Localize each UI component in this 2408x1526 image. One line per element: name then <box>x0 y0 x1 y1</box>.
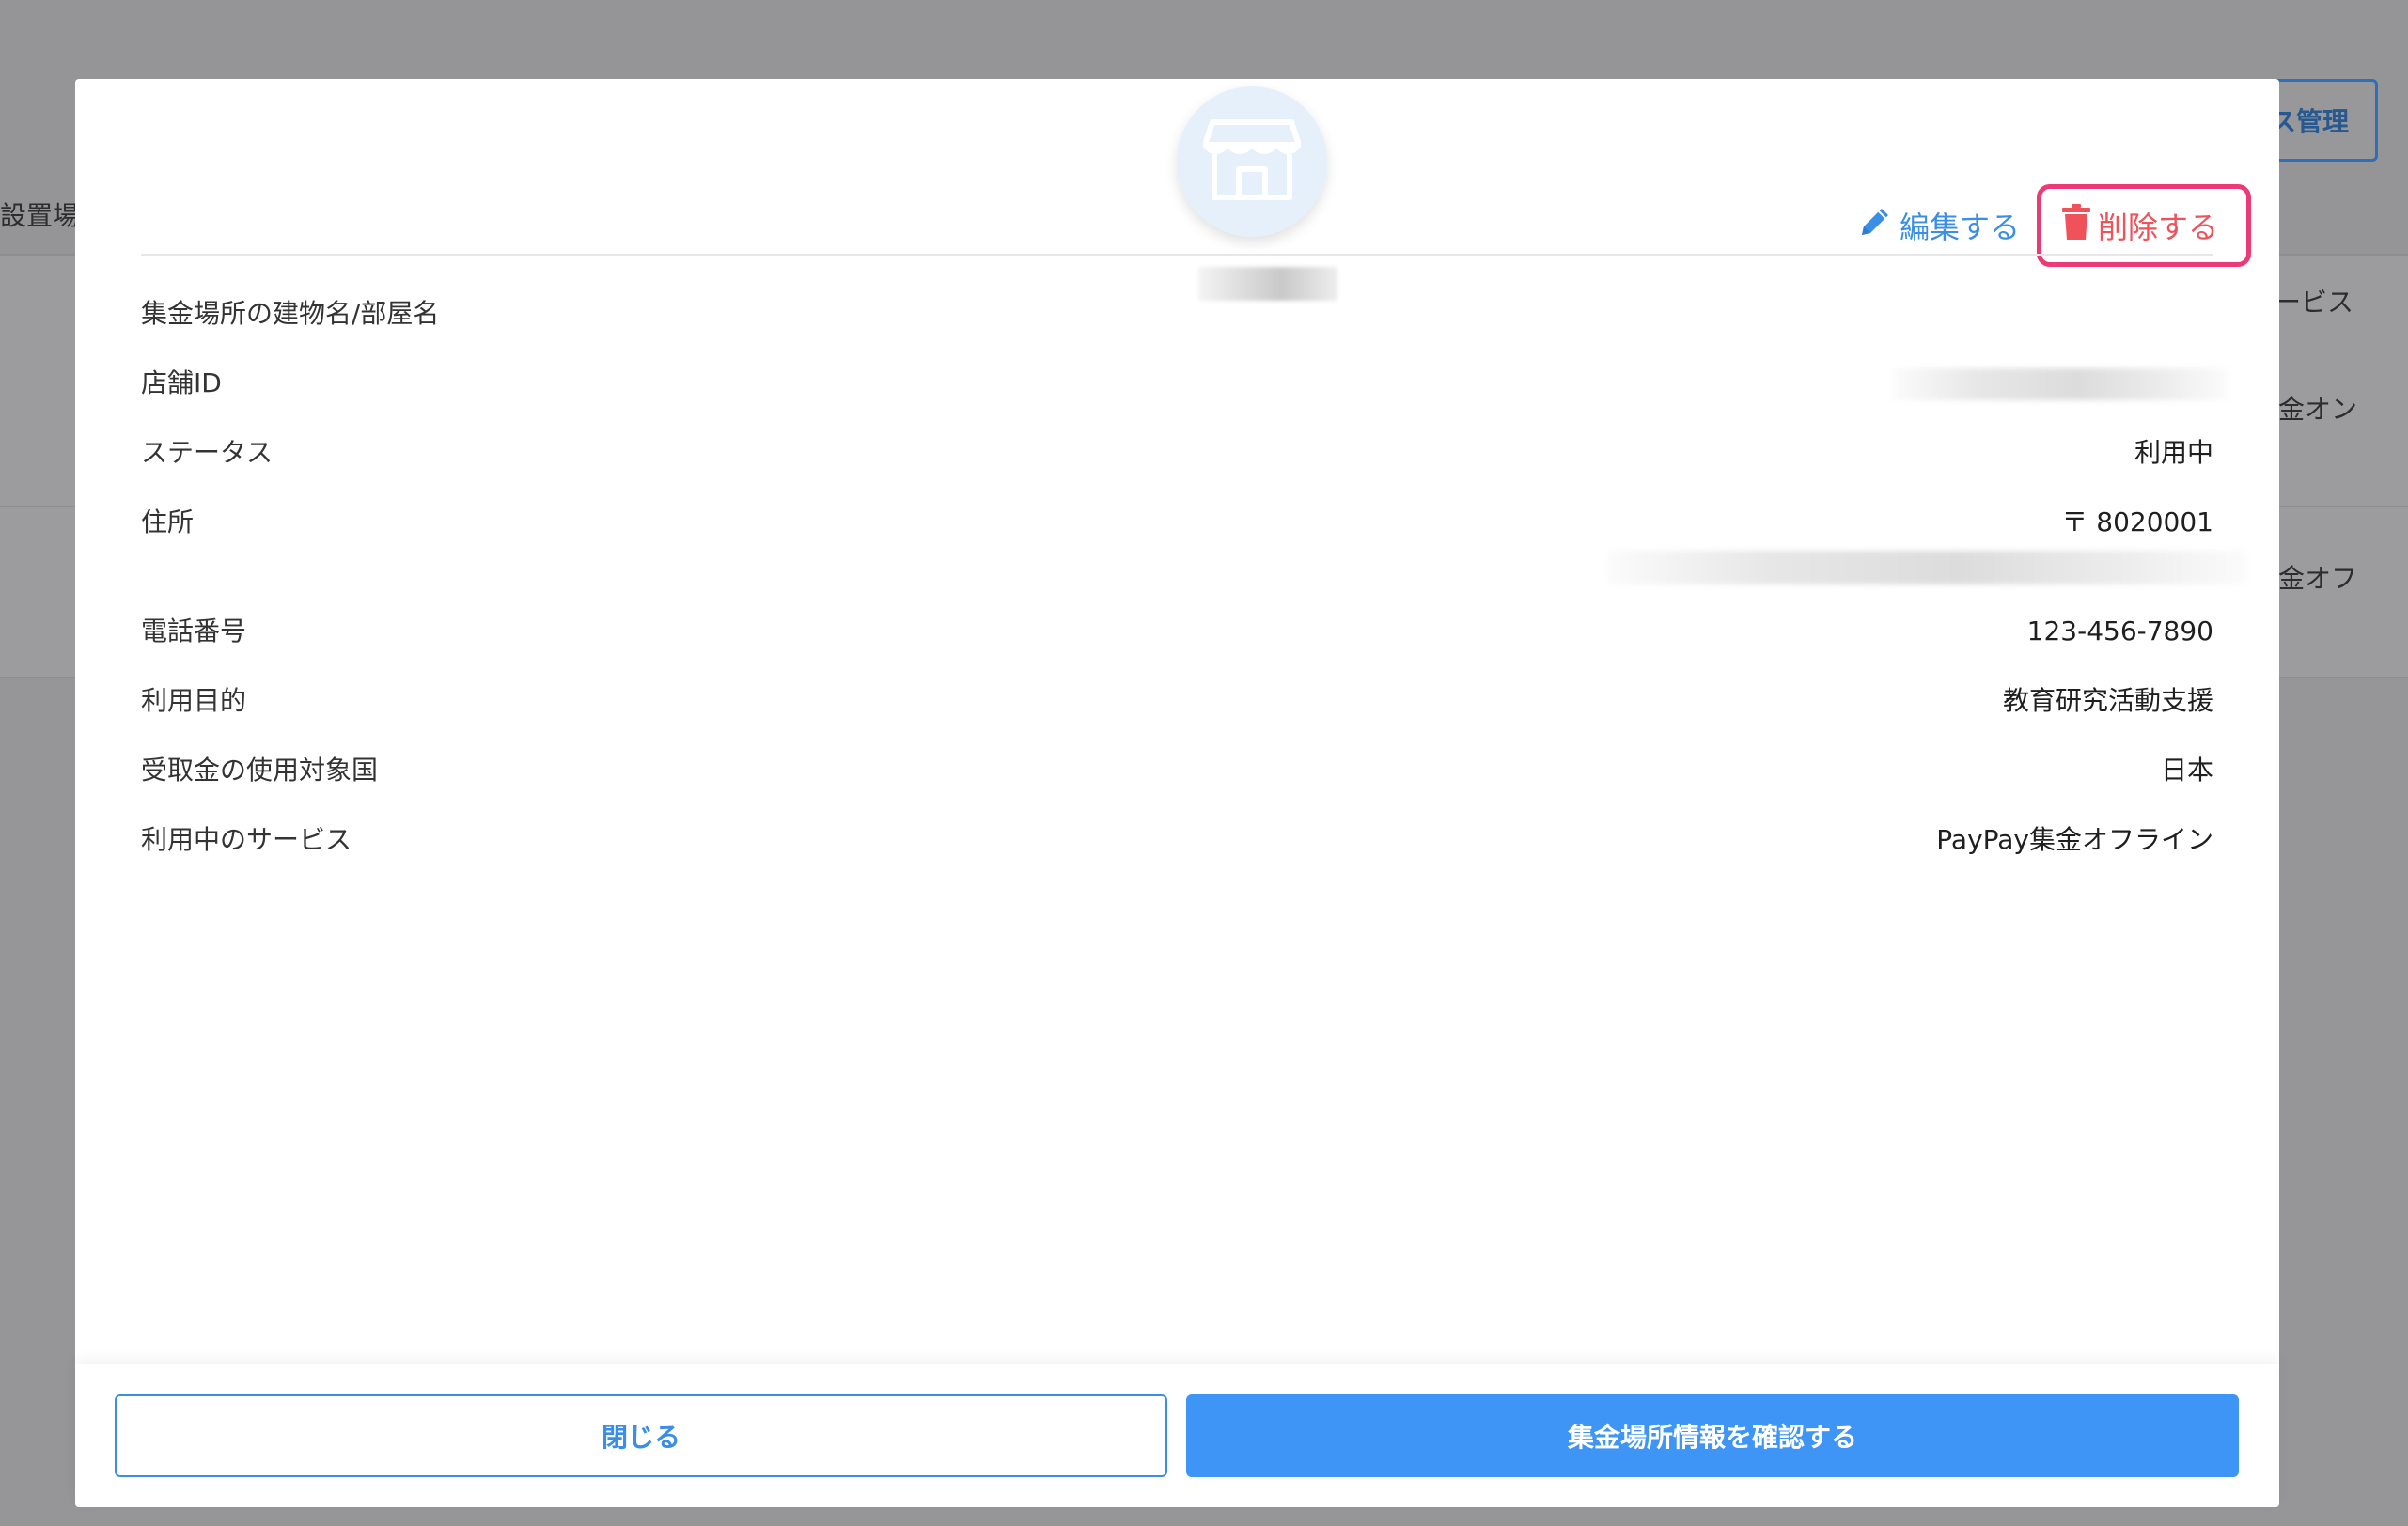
detail-row-status: ステータス 利用中 <box>141 434 2213 504</box>
purpose-value: 教育研究活動支援 <box>2002 685 2213 716</box>
store-id-redacted <box>1894 368 2228 400</box>
close-label: 閉じる <box>601 1422 680 1453</box>
background-service-header: ービス <box>2275 287 2354 318</box>
background-manage-label: ス管理 <box>2269 106 2349 137</box>
store-icon <box>1202 117 1302 207</box>
detail-row-store-id: 店舗ID <box>141 365 2228 434</box>
detail-row-building: 集金場所の建物名/部屋名 <box>141 295 2213 365</box>
store-avatar <box>1177 86 1327 237</box>
detail-row-address: 住所 〒 8020001 <box>141 504 2246 613</box>
country-label: 受取金の使用対象国 <box>141 755 379 786</box>
detail-row-service: 利用中のサービス PayPay集金オフライン <box>141 821 2213 891</box>
edit-button[interactable]: 編集する <box>1853 195 2024 256</box>
address-postal-code: 〒 8020001 <box>2061 506 2213 537</box>
pencil-icon <box>1856 203 1894 248</box>
trash-icon <box>2061 204 2090 247</box>
detail-row-purpose: 利用目的 教育研究活動支援 <box>141 682 2213 752</box>
status-value: 利用中 <box>2134 437 2213 468</box>
store-id-label: 店舗ID <box>141 367 222 398</box>
detail-row-country: 受取金の使用対象国 日本 <box>141 752 2213 821</box>
background-location-label: 設置場 <box>0 200 80 231</box>
background-service-offline: 金オフ <box>2278 563 2358 594</box>
country-value: 日本 <box>2160 755 2213 786</box>
header-divider <box>141 254 2213 256</box>
modal-footer: 閉じる 集金場所情報を確認する <box>75 1364 2279 1507</box>
store-details: 集金場所の建物名/部屋名 店舗ID ステータス 利用中 住所 〒 8020001… <box>141 295 2246 891</box>
service-value: PayPay集金オフライン <box>1936 824 2213 855</box>
address-label: 住所 <box>141 506 195 537</box>
background-service-online: 金オン <box>2278 394 2358 425</box>
building-label: 集金場所の建物名/部屋名 <box>141 298 440 329</box>
confirm-location-button[interactable]: 集金場所情報を確認する <box>1186 1394 2239 1477</box>
phone-label: 電話番号 <box>141 615 247 646</box>
store-detail-modal: 編集する 削除する 集金場所の建物名/部屋名 店舗ID ステータス 利用中 住所… <box>75 79 2279 1507</box>
purpose-label: 利用目的 <box>141 685 247 716</box>
address-redacted <box>1607 551 2246 584</box>
close-button[interactable]: 閉じる <box>115 1394 1167 1477</box>
confirm-label: 集金場所情報を確認する <box>1567 1422 1857 1453</box>
status-label: ステータス <box>141 437 274 468</box>
phone-value: 123-456-7890 <box>2026 615 2213 646</box>
edit-label: 編集する <box>1899 210 2020 245</box>
delete-label: 削除する <box>2097 210 2218 245</box>
detail-row-phone: 電話番号 123-456-7890 <box>141 613 2213 682</box>
service-label: 利用中のサービス <box>141 824 352 855</box>
